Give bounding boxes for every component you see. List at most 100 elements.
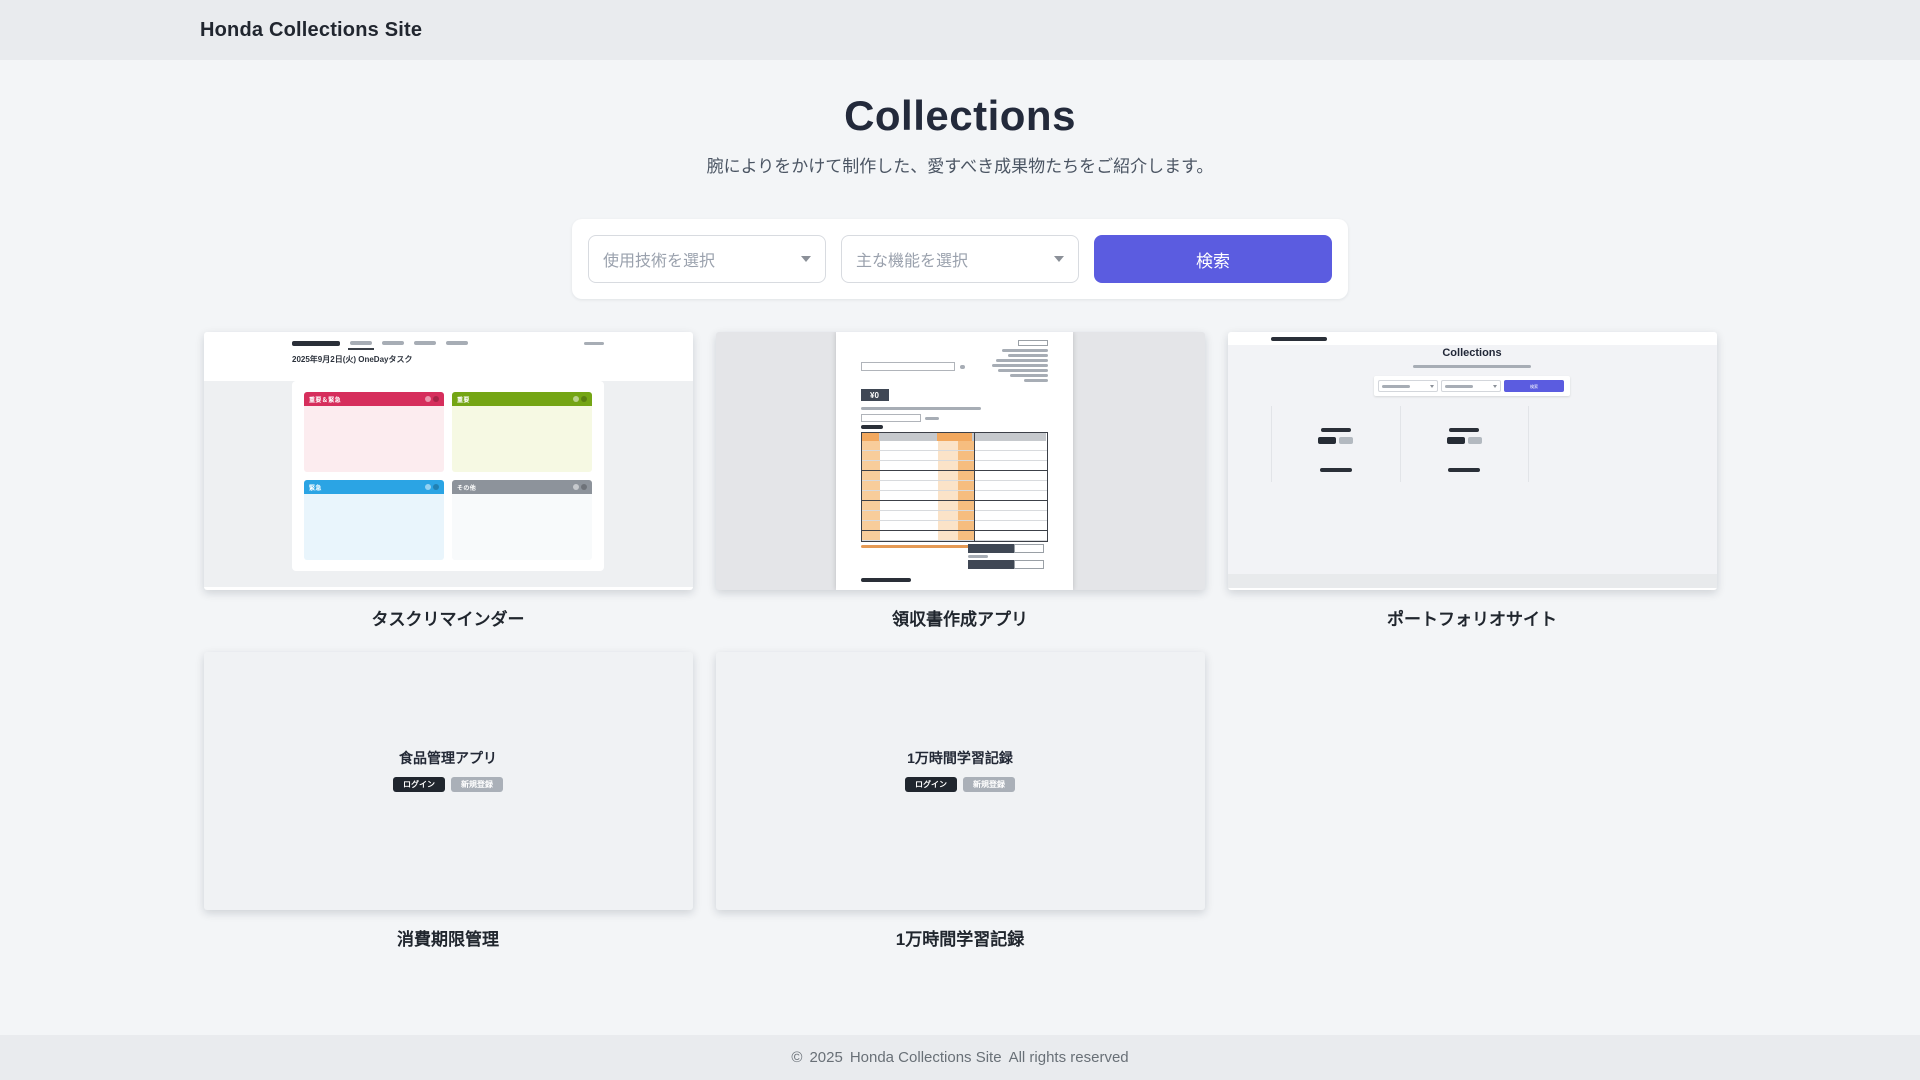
chevron-down-icon [1054, 256, 1064, 262]
mini-nav-link [414, 341, 436, 345]
mini-card-heading [1321, 428, 1351, 432]
mini-table-label [861, 425, 883, 429]
card-title: 領収書作成アプリ [716, 605, 1205, 630]
mini-address-line [1002, 349, 1048, 352]
card-thumbnail-task-reminder[interactable]: 2025年9月2日(火) OneDayタスク 重要＆緊急 [204, 332, 693, 590]
mini-card-heading [1449, 428, 1479, 432]
mini-table-rows [862, 441, 1047, 541]
mini-nav-link [382, 341, 404, 345]
quadrant-label: その他 [457, 483, 476, 492]
mini-app-heading: 1万時間学習記録 [907, 748, 1013, 768]
mini-total-label [968, 544, 1014, 553]
mini-table-divider [974, 433, 975, 541]
mini-card-caption [1320, 468, 1352, 472]
mini-address-line [998, 369, 1048, 372]
quadrant-label: 緊急 [309, 483, 322, 492]
mini-card-columns [1271, 406, 1529, 482]
mini-subtitle [1413, 365, 1531, 368]
mini-table-header [862, 433, 1047, 441]
main-content: Collections 腕によりをかけて制作した、愛すべき成果物たちをご紹介しま… [0, 60, 1920, 950]
mini-login-badge [1318, 437, 1336, 444]
mini-receipt-page: ¥0 [836, 332, 1073, 590]
mini-nav-link [446, 341, 468, 345]
mini-small-input [861, 414, 921, 422]
quadrant-urgent: 緊急 [304, 480, 444, 560]
add-icon [581, 396, 587, 402]
mini-signup-badge [1468, 437, 1482, 444]
card-thumbnail-food-app[interactable]: 食品管理アプリ ログイン 新規登録 [204, 652, 693, 910]
badge-icon [425, 484, 431, 490]
tech-select[interactable]: 使用技術を選択 [588, 235, 826, 283]
mini-address-block [992, 340, 1048, 382]
collection-card: 2025年9月2日(火) OneDayタスク 重要＆緊急 [204, 332, 693, 630]
card-thumbnail-study-log[interactable]: 1万時間学習記録 ログイン 新規登録 [716, 652, 1205, 910]
mini-total-value [1014, 544, 1044, 553]
mini-postal-box [1018, 340, 1048, 346]
mini-site-title [1271, 337, 1327, 341]
quadrant-label: 重要 [457, 395, 470, 404]
mini-summary-label [968, 555, 988, 558]
tech-select-value: 使用技術を選択 [603, 247, 715, 271]
add-icon [581, 484, 587, 490]
mini-select [1378, 380, 1438, 392]
mini-logo [292, 341, 340, 346]
mini-card [1400, 406, 1529, 482]
mini-nav-link [350, 341, 372, 345]
mini-task-board-area: 重要＆緊急 重要 [204, 381, 693, 587]
page-subtitle: 腕によりをかけて制作した、愛すべき成果物たちをご紹介します。 [0, 152, 1920, 177]
badge-icon [573, 396, 579, 402]
page-title: Collections [0, 92, 1920, 140]
mini-card [1271, 406, 1400, 482]
chevron-down-icon [801, 256, 811, 262]
add-icon [433, 484, 439, 490]
footer-rights: All rights reserved [1009, 1049, 1129, 1066]
badge-icon [425, 396, 431, 402]
mini-login-button: ログイン [905, 777, 957, 792]
copyright-icon: © [791, 1049, 802, 1066]
mini-select [1441, 380, 1501, 392]
mini-card-caption [1448, 468, 1480, 472]
mini-footer-text [861, 578, 911, 582]
card-thumbnail-portfolio-site[interactable]: Collections 検索 [1228, 332, 1717, 590]
mini-address-line [996, 359, 1048, 362]
mini-name-input [861, 362, 955, 371]
collection-card: 1万時間学習記録 ログイン 新規登録 1万時間学習記録 [716, 652, 1205, 950]
chevron-down-icon [1493, 385, 1497, 388]
collections-grid: 2025年9月2日(火) OneDayタスク 重要＆緊急 [204, 332, 1717, 950]
footer-site-name: Honda Collections Site [850, 1049, 1002, 1066]
card-title: ポートフォリオサイト [1228, 605, 1717, 630]
mini-address-line [1024, 379, 1048, 382]
mini-input-suffix [960, 365, 965, 369]
mini-search-panel: 検索 [1374, 376, 1570, 396]
quadrant-label: 重要＆緊急 [309, 395, 341, 404]
quadrant-important-urgent: 重要＆緊急 [304, 392, 444, 472]
mini-nav-user [584, 342, 604, 345]
collection-card: ¥0 [716, 332, 1205, 630]
mini-task-board: 重要＆緊急 重要 [292, 381, 604, 571]
card-thumbnail-receipt-app[interactable]: ¥0 [716, 332, 1205, 590]
mini-tax-label [968, 560, 1014, 569]
mini-address-line [1010, 374, 1048, 377]
feature-select-value: 主な機能を選択 [856, 247, 968, 271]
footer-year: 2025 [809, 1049, 842, 1066]
mini-signup-button: 新規登録 [451, 777, 503, 792]
collection-card: 食品管理アプリ ログイン 新規登録 消費期限管理 [204, 652, 693, 950]
mini-summary-block [968, 544, 1048, 569]
mini-app-heading: 食品管理アプリ [399, 748, 497, 768]
search-button[interactable]: 検索 [1094, 235, 1332, 283]
mini-signup-badge [1339, 437, 1353, 444]
site-title: Honda Collections Site [200, 19, 422, 42]
mini-date-heading: 2025年9月2日(火) OneDayタスク [292, 354, 604, 372]
mini-address-line [1008, 354, 1048, 357]
mini-orange-note [861, 545, 971, 548]
search-panel: 使用技術を選択 主な機能を選択 検索 [572, 219, 1348, 299]
mini-collections-title: Collections [1228, 347, 1717, 359]
collection-card: Collections 検索 [1228, 332, 1717, 630]
card-title: 消費期限管理 [204, 925, 693, 950]
chevron-down-icon [1430, 385, 1434, 388]
add-icon [433, 396, 439, 402]
card-title: 1万時間学習記録 [716, 925, 1205, 950]
feature-select[interactable]: 主な機能を選択 [841, 235, 1079, 283]
quadrant-other: その他 [452, 480, 592, 560]
card-title: タスクリマインダー [204, 605, 693, 630]
